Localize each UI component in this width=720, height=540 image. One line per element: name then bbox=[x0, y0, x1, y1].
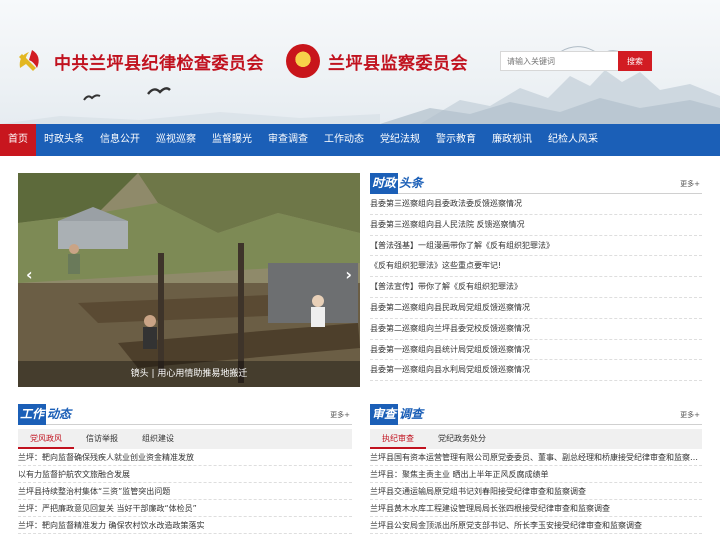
nav-item[interactable]: 巡视巡察 bbox=[148, 124, 204, 156]
discipline-commission-title: 中共兰坪县纪律检查委员会 bbox=[12, 44, 264, 78]
headlines-panel: 时政 头条 更多+ 县委第三巡察组向县委政法委反馈巡察情况 县委第三巡察组向县人民法… bbox=[370, 173, 702, 382]
work-tabs: 党风政风 信访举报 组织建设 bbox=[18, 429, 352, 449]
news-item[interactable]: 兰坪县持续整治村集体“三资”监管突出问题 bbox=[18, 483, 352, 500]
site-header: 中共兰坪县纪律检查委员会 兰坪县监察委员会 搜索 bbox=[0, 0, 720, 124]
nav-item[interactable]: 纪检人风采 bbox=[540, 124, 606, 156]
headlines-header: 时政 头条 更多+ bbox=[370, 173, 702, 194]
tab[interactable]: 党风政风 bbox=[18, 429, 74, 449]
nav-item[interactable]: 廉政视讯 bbox=[484, 124, 540, 156]
national-emblem-icon bbox=[286, 44, 320, 78]
nav-item[interactable]: 工作动态 bbox=[316, 124, 372, 156]
news-item[interactable]: 县委第一巡察组向县水利局党组反馈巡察情况 bbox=[370, 360, 702, 382]
nav-item[interactable]: 首页 bbox=[0, 124, 36, 156]
news-item[interactable]: 县委第三巡察组向县人民法院 反馈巡察情况 bbox=[370, 215, 702, 236]
carousel-caption[interactable]: 镜头 | 用心用情助推易地搬迁 bbox=[18, 361, 360, 387]
news-item[interactable]: 《反有组织犯罪法》这些重点要牢记! bbox=[370, 256, 702, 278]
tab[interactable]: 执纪审查 bbox=[370, 429, 426, 449]
birds-decoration bbox=[83, 87, 171, 101]
headlines-list: 县委第三巡察组向县委政法委反馈巡察情况 县委第三巡察组向县人民法院 反馈巡察情况【… bbox=[370, 194, 702, 382]
news-item[interactable]: 县委第一巡察组向县统计局党组反馈巡察情况 bbox=[370, 340, 702, 361]
news-item[interactable]: 县委第二巡察组向县民政局党组反馈巡察情况 bbox=[370, 298, 702, 319]
news-item[interactable]: 兰坪县公安局金顶派出所原党支部书记、所长李玉安接受纪律审查和监察调查 bbox=[370, 517, 702, 534]
news-item[interactable]: 兰坪县黄木水库工程建设管理局局长张四根接受纪律审查和监察调查 bbox=[370, 500, 702, 517]
nav-item[interactable]: 党纪法规 bbox=[372, 124, 428, 156]
review-list: 兰坪县国有资本运营管理有限公司原党委委员、董事、副总经理和桥康接受纪律审查和监察… bbox=[370, 449, 702, 534]
tab[interactable]: 党纪政务处分 bbox=[426, 429, 498, 449]
nav-item[interactable]: 警示教育 bbox=[428, 124, 484, 156]
nav-item[interactable]: 监督曝光 bbox=[204, 124, 260, 156]
review-header: 审查 调查 更多+ bbox=[370, 404, 702, 425]
supervision-commission-title: 兰坪县监察委员会 bbox=[286, 44, 468, 78]
news-item[interactable]: 县委第二巡察组向兰坪县委党校反馈巡察情况 bbox=[370, 319, 702, 340]
news-item[interactable]: 兰坪：靶向监督确保残疾人就业创业资金精准发放 bbox=[18, 449, 352, 466]
work-list: 兰坪：靶向监督确保残疾人就业创业资金精准发放 以有力监督护航农文旅融合发展 兰坪县持… bbox=[18, 449, 352, 534]
nav-item[interactable]: 审查调查 bbox=[260, 124, 316, 156]
nav-item[interactable]: 时政头条 bbox=[36, 124, 92, 156]
photo-carousel[interactable]: ‹ › 镜头 | 用心用情助推易地搬迁 bbox=[18, 173, 360, 387]
review-panel: 审查 调查 更多+ 执纪审查 党纪政务处分 兰坪县国有资本运营管理有限公司原党委委员… bbox=[370, 404, 702, 534]
carousel-prev-icon[interactable]: ‹ bbox=[26, 265, 33, 284]
review-title: 审查 调查 bbox=[370, 404, 423, 425]
headlines-more-link[interactable]: 更多+ bbox=[680, 179, 700, 189]
main-nav: 首页 时政头条 信息公开 巡视巡察 监督曝光 审查调查 工作动态 党纪法规 警示教育 廉政视讯 纪检… bbox=[0, 124, 720, 156]
top-section: ‹ › 镜头 | 用心用情助推易地搬迁 时政 头条 更多+ 县委第三巡察组向县委政… bbox=[18, 173, 702, 387]
news-item[interactable]: 兰坪县交通运输局原党组书记刘春阳接受纪律审查和监察调查 bbox=[370, 483, 702, 500]
discipline-commission-name: 中共兰坪县纪律检查委员会 bbox=[54, 53, 264, 74]
review-more-link[interactable]: 更多+ bbox=[680, 410, 700, 420]
news-item[interactable]: 以有力监督护航农文旅融合发展 bbox=[18, 466, 352, 483]
party-emblem-icon bbox=[12, 44, 46, 78]
news-item[interactable]: 兰坪：靶向监督精准发力 确保农村饮水改造政策落实 bbox=[18, 517, 352, 534]
carousel-next-icon[interactable]: › bbox=[345, 265, 352, 284]
news-item[interactable]: 兰坪县：聚焦主责主业 晒出上半年正风反腐成绩单 bbox=[370, 466, 702, 483]
news-item[interactable]: 【普法宣传】带你了解《反有组织犯罪法》 bbox=[370, 277, 702, 298]
work-title: 工作 动态 bbox=[18, 404, 71, 425]
headlines-title: 时政 头条 bbox=[370, 173, 423, 194]
nav-item[interactable]: 信息公开 bbox=[92, 124, 148, 156]
news-item[interactable]: 兰坪：严把廉政意见回复关 当好干部廉政“体检员” bbox=[18, 500, 352, 517]
news-item[interactable]: 县委第三巡察组向县委政法委反馈巡察情况 bbox=[370, 194, 702, 215]
news-item[interactable]: 兰坪县国有资本运营管理有限公司原党委委员、董事、副总经理和桥康接受纪律审查和监察… bbox=[370, 449, 702, 466]
tab[interactable]: 组织建设 bbox=[130, 429, 186, 449]
search-input[interactable] bbox=[500, 51, 618, 71]
work-header: 工作 动态 更多+ bbox=[18, 404, 352, 425]
carousel-photo bbox=[18, 173, 360, 387]
work-more-link[interactable]: 更多+ bbox=[330, 410, 350, 420]
review-tabs: 执纪审查 党纪政务处分 bbox=[370, 429, 702, 449]
supervision-commission-name: 兰坪县监察委员会 bbox=[328, 53, 468, 74]
tab[interactable]: 信访举报 bbox=[74, 429, 130, 449]
search-button[interactable]: 搜索 bbox=[618, 51, 652, 71]
work-panel: 工作 动态 更多+ 党风政风 信访举报 组织建设 兰坪：靶向监督确保残疾人就业创业资金… bbox=[18, 404, 352, 534]
search-bar: 搜索 bbox=[500, 51, 652, 71]
news-item[interactable]: 【普法强基】一组漫画带你了解《反有组织犯罪法》 bbox=[370, 236, 702, 257]
